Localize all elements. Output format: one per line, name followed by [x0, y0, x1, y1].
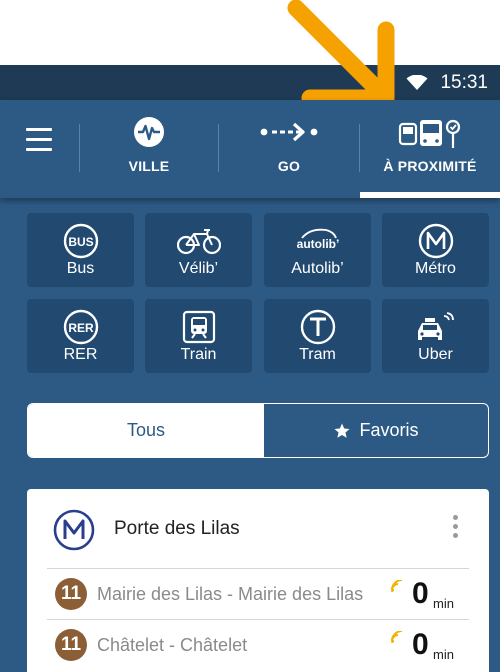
favorites-label: Favoris: [359, 420, 419, 440]
status-time: 15:31: [440, 71, 488, 93]
train-icon: [145, 309, 252, 345]
mode-tram-button[interactable]: Tram: [264, 299, 371, 373]
tram-icon: [264, 309, 371, 345]
metro-icon: [382, 223, 489, 259]
tab-go-label: GO: [277, 158, 301, 174]
line-badge: 11: [55, 578, 87, 610]
mode-label: Uber: [418, 346, 453, 363]
departure-minutes: 0: [412, 577, 429, 610]
bus-icon: BUS: [27, 223, 134, 259]
more-options-icon[interactable]: [453, 515, 459, 542]
car-icon: [382, 309, 489, 345]
mode-label: RER: [63, 346, 98, 363]
svg-text:BUS: BUS: [68, 235, 93, 249]
tab-go[interactable]: GO: [219, 100, 359, 198]
mode-uber-button[interactable]: Uber: [382, 299, 489, 373]
top-navigation: VILLE GO À PROXIMITÉ: [0, 100, 500, 198]
mode-metro-button[interactable]: Métro: [382, 213, 489, 287]
departure-row[interactable]: 11 Châtelet - Châtelet 0 min: [27, 620, 489, 672]
star-icon: [334, 423, 350, 438]
route-arrow-icon: [219, 120, 359, 144]
departure-unit: min: [433, 596, 454, 611]
line-badge: 11: [55, 629, 87, 661]
svg-text:RER: RER: [68, 321, 94, 335]
departure-minutes: 0: [412, 628, 429, 661]
mode-train-button[interactable]: Train: [145, 299, 252, 373]
selected-tab-indicator: [360, 192, 500, 198]
departure-row[interactable]: 11 Mairie des Lilas - Mairie des Lilas 0…: [27, 569, 489, 621]
filter-favorites-tab[interactable]: Favoris: [264, 404, 488, 457]
filter-segmented-control: Tous Favoris: [27, 403, 489, 458]
autolib-icon: autolib’: [264, 223, 371, 259]
mode-label: Autolib’: [291, 260, 344, 277]
realtime-signal-icon: [391, 631, 403, 644]
mode-autolib-button[interactable]: autolib’ Autolib’: [264, 213, 371, 287]
top-blank-area: [0, 0, 500, 65]
tab-ville[interactable]: VILLE: [80, 100, 218, 198]
metro-icon: [53, 509, 95, 551]
rer-icon: RER: [27, 309, 134, 345]
station-header[interactable]: Porte des Lilas: [27, 489, 489, 569]
departure-destination: Mairie des Lilas - Mairie des Lilas: [97, 584, 364, 604]
mode-rer-button[interactable]: RER RER: [27, 299, 134, 373]
mode-label: Vélib’: [178, 260, 219, 277]
svg-text:autolib’: autolib’: [296, 237, 339, 251]
station-name: Porte des Lilas: [114, 518, 240, 539]
realtime-signal-icon: [391, 580, 403, 593]
status-bar: 15:31: [0, 65, 500, 100]
mode-label: Tram: [299, 346, 336, 363]
tab-nearby-label: À PROXIMITÉ: [383, 158, 477, 174]
mode-label: Bus: [66, 260, 95, 277]
wifi-icon: [406, 74, 428, 91]
mode-label: Métro: [415, 260, 456, 277]
tab-ville-label: VILLE: [128, 158, 170, 174]
station-card: Porte des Lilas 11 Mairie des Lilas - Ma…: [27, 489, 489, 672]
menu-button[interactable]: [26, 128, 52, 154]
departure-destination: Châtelet - Châtelet: [97, 635, 248, 655]
departure-unit: min: [433, 647, 454, 662]
mode-label: Train: [180, 346, 217, 363]
filter-all-tab[interactable]: Tous: [28, 404, 264, 457]
pulse-icon: [80, 116, 218, 148]
tab-nearby[interactable]: À PROXIMITÉ: [360, 100, 500, 198]
mode-bus-button[interactable]: BUS Bus: [27, 213, 134, 287]
transport-nearby-icon: [360, 118, 500, 150]
mode-velib-button[interactable]: Vélib’: [145, 213, 252, 287]
bike-icon: [145, 223, 252, 259]
